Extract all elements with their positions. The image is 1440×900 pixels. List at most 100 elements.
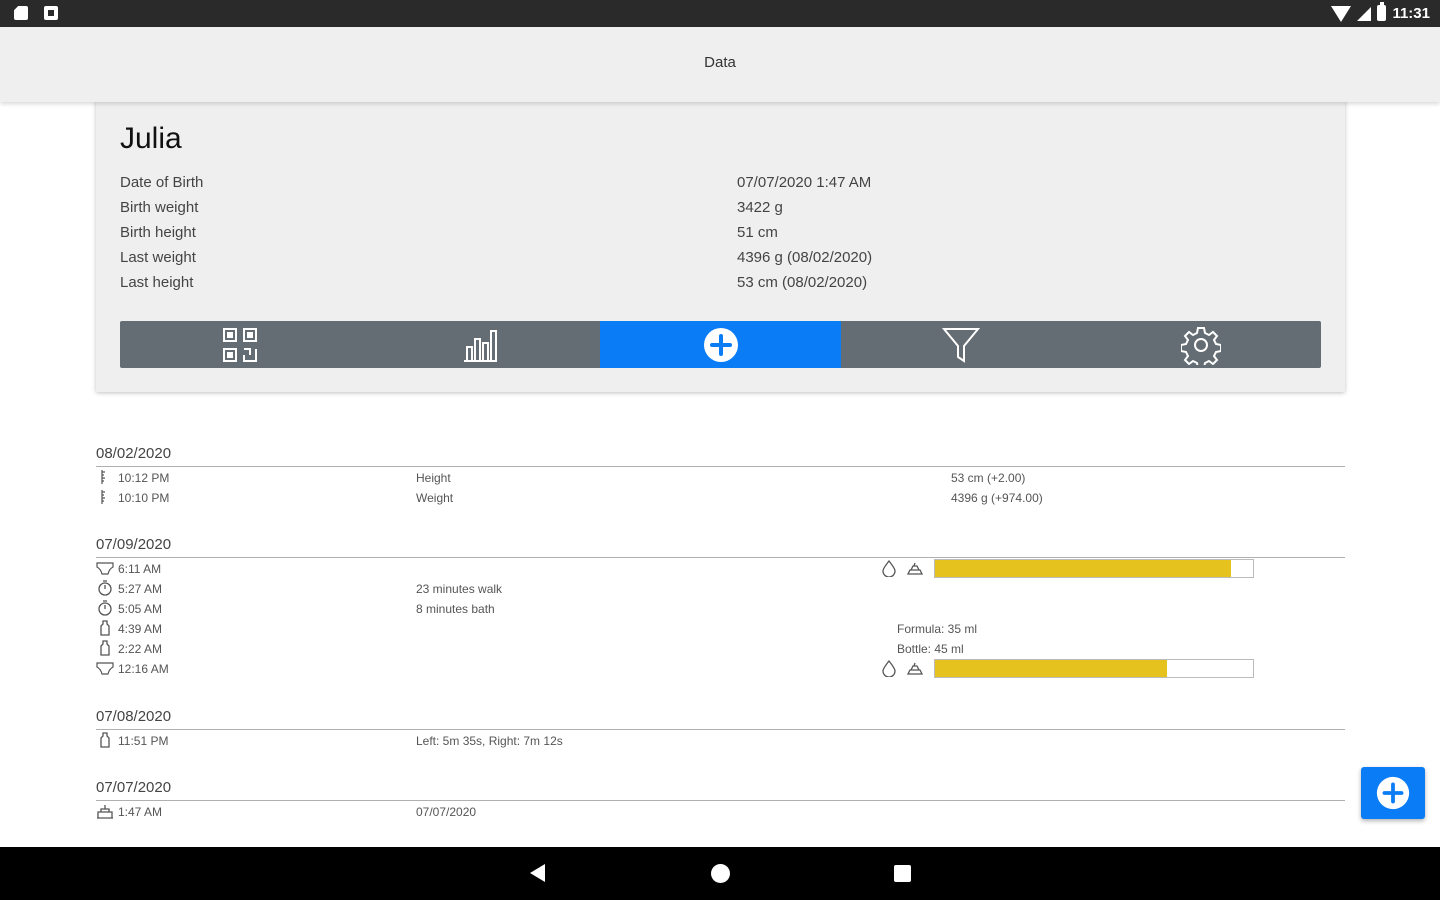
diaper-level-fill bbox=[935, 560, 1231, 577]
qr-code-button[interactable] bbox=[120, 321, 360, 368]
home-icon[interactable] bbox=[711, 864, 730, 883]
entry-description: 8 minutes bath bbox=[416, 602, 495, 616]
action-toolbar bbox=[120, 321, 1321, 368]
ruler-icon bbox=[101, 490, 105, 504]
diaper-type-icons bbox=[879, 559, 925, 577]
timeline-entry[interactable]: 10:10 PM Weight 4396 g (+974.00) bbox=[96, 487, 1345, 507]
bottle-icon bbox=[100, 640, 110, 656]
day-group: 07/09/2020 6:11 AM 5:27 AM 23 minutes wa… bbox=[96, 536, 1345, 678]
diaper-level-bar bbox=[934, 559, 1254, 578]
battery-icon bbox=[1377, 2, 1387, 21]
day-group: 07/08/2020 11:51 PM Left: 5m 35s, Right:… bbox=[96, 708, 1345, 750]
entry-time: 10:10 PM bbox=[118, 491, 170, 505]
settings-button[interactable] bbox=[1081, 321, 1321, 368]
bottle-icon bbox=[100, 732, 110, 748]
timeline-entry[interactable]: 10:12 PM Height 53 cm (+2.00) bbox=[96, 467, 1345, 487]
wet-icon bbox=[882, 659, 896, 677]
chart-button[interactable] bbox=[360, 321, 600, 368]
timer-icon bbox=[98, 600, 112, 616]
wifi-icon bbox=[1331, 6, 1352, 22]
info-row-last-weight: Last weight 4396 g (08/02/2020) bbox=[120, 249, 1320, 274]
diaper-level-fill bbox=[935, 660, 1168, 677]
system-nav-bar bbox=[0, 847, 1440, 900]
bottle-icon bbox=[100, 620, 110, 636]
entry-description: 23 minutes walk bbox=[416, 582, 503, 596]
diaper-icon bbox=[96, 562, 114, 575]
entry-time: 12:16 AM bbox=[118, 662, 169, 676]
info-value: 4396 g (08/02/2020) bbox=[737, 249, 873, 266]
entry-time: 2:22 AM bbox=[118, 642, 163, 656]
dirty-icon bbox=[906, 662, 924, 675]
info-label: Last weight bbox=[120, 249, 196, 266]
timeline-entry[interactable]: 5:05 AM 8 minutes bath bbox=[96, 598, 1345, 618]
notification-icon bbox=[44, 6, 58, 20]
timeline-entry[interactable]: 1:47 AM 07/07/2020 bbox=[96, 801, 1345, 821]
status-bar: 11:31 bbox=[0, 0, 1440, 27]
page-title: Data bbox=[704, 54, 736, 71]
filter-button[interactable] bbox=[841, 321, 1081, 368]
entry-note: Formula: 35 ml bbox=[897, 622, 978, 636]
info-row-date-of-birth: Date of Birth 07/07/2020 1:47 AM bbox=[120, 174, 1320, 199]
entry-time: 4:39 AM bbox=[118, 622, 163, 636]
entry-value: 4396 g (+974.00) bbox=[951, 491, 1043, 505]
baby-name: Julia bbox=[120, 122, 182, 155]
info-value: 53 cm (08/02/2020) bbox=[737, 274, 868, 291]
entry-value: 53 cm (+2.00) bbox=[951, 471, 1026, 485]
day-date: 08/02/2020 bbox=[96, 445, 172, 462]
entry-time: 5:05 AM bbox=[118, 602, 163, 616]
cake-icon bbox=[97, 805, 113, 819]
entry-time: 6:11 AM bbox=[118, 562, 162, 576]
info-label: Birth height bbox=[120, 224, 196, 241]
entry-note: Bottle: 45 ml bbox=[897, 642, 964, 656]
qr-icon bbox=[223, 327, 258, 362]
day-group: 08/02/2020 10:12 PM Height 53 cm (+2.00)… bbox=[96, 445, 1345, 507]
profile-card: Julia Date of Birth 07/07/2020 1:47 AM B… bbox=[96, 98, 1345, 392]
add-entry-button[interactable] bbox=[600, 321, 841, 368]
entry-time: 1:47 AM bbox=[118, 805, 163, 819]
status-indicators: 11:31 bbox=[1331, 2, 1430, 22]
add-fab-button[interactable] bbox=[1361, 767, 1425, 819]
bar-chart-icon bbox=[464, 329, 498, 362]
signal-icon bbox=[1357, 7, 1372, 21]
timeline-entry[interactable]: 4:39 AM Formula: 35 ml bbox=[96, 618, 1345, 638]
timeline-entry[interactable]: 6:11 AM bbox=[96, 558, 1345, 578]
timeline-entry[interactable]: 12:16 AM bbox=[96, 658, 1345, 678]
ruler-icon bbox=[101, 470, 105, 484]
info-label: Last height bbox=[120, 274, 194, 291]
status-time: 11:31 bbox=[1392, 4, 1430, 22]
timeline-entry[interactable]: 11:51 PM Left: 5m 35s, Right: 7m 12s bbox=[96, 730, 1345, 750]
entry-description: 07/07/2020 bbox=[416, 805, 477, 819]
info-value: 07/07/2020 1:47 AM bbox=[737, 174, 872, 191]
diaper-icon bbox=[96, 662, 114, 675]
dirty-icon bbox=[906, 562, 924, 575]
entry-time: 5:27 AM bbox=[118, 582, 163, 596]
back-icon[interactable] bbox=[530, 864, 545, 882]
info-value: 3422 g bbox=[737, 199, 783, 216]
info-label: Date of Birth bbox=[120, 174, 204, 191]
day-date: 07/07/2020 bbox=[96, 779, 172, 796]
info-row-last-height: Last height 53 cm (08/02/2020) bbox=[120, 274, 1320, 299]
sd-card-icon bbox=[14, 6, 28, 20]
add-circle-icon bbox=[1376, 776, 1410, 810]
timeline-entry[interactable]: 5:27 AM 23 minutes walk bbox=[96, 578, 1345, 598]
wet-icon bbox=[882, 559, 896, 577]
recent-apps-icon[interactable] bbox=[894, 865, 911, 882]
entry-description: Height bbox=[416, 471, 451, 485]
entry-description: Left: 5m 35s, Right: 7m 12s bbox=[416, 734, 563, 748]
info-value: 51 cm bbox=[737, 224, 778, 241]
timeline-entry[interactable]: 2:22 AM Bottle: 45 ml bbox=[96, 638, 1345, 658]
timer-icon bbox=[98, 580, 112, 596]
diaper-type-icons bbox=[879, 659, 925, 677]
info-label: Birth weight bbox=[120, 199, 199, 216]
filter-icon bbox=[941, 327, 980, 363]
day-group: 07/07/2020 1:47 AM 07/07/2020 bbox=[96, 779, 1345, 821]
diaper-level-bar bbox=[934, 659, 1254, 678]
status-notifications bbox=[14, 6, 58, 20]
settings-icon bbox=[1180, 326, 1221, 365]
info-row-birth-weight: Birth weight 3422 g bbox=[120, 199, 1320, 224]
entry-time: 10:12 PM bbox=[118, 471, 170, 485]
day-date: 07/08/2020 bbox=[96, 708, 172, 725]
add-circle-icon bbox=[703, 327, 738, 362]
day-date: 07/09/2020 bbox=[96, 536, 172, 553]
entry-time: 11:51 PM bbox=[118, 734, 169, 748]
